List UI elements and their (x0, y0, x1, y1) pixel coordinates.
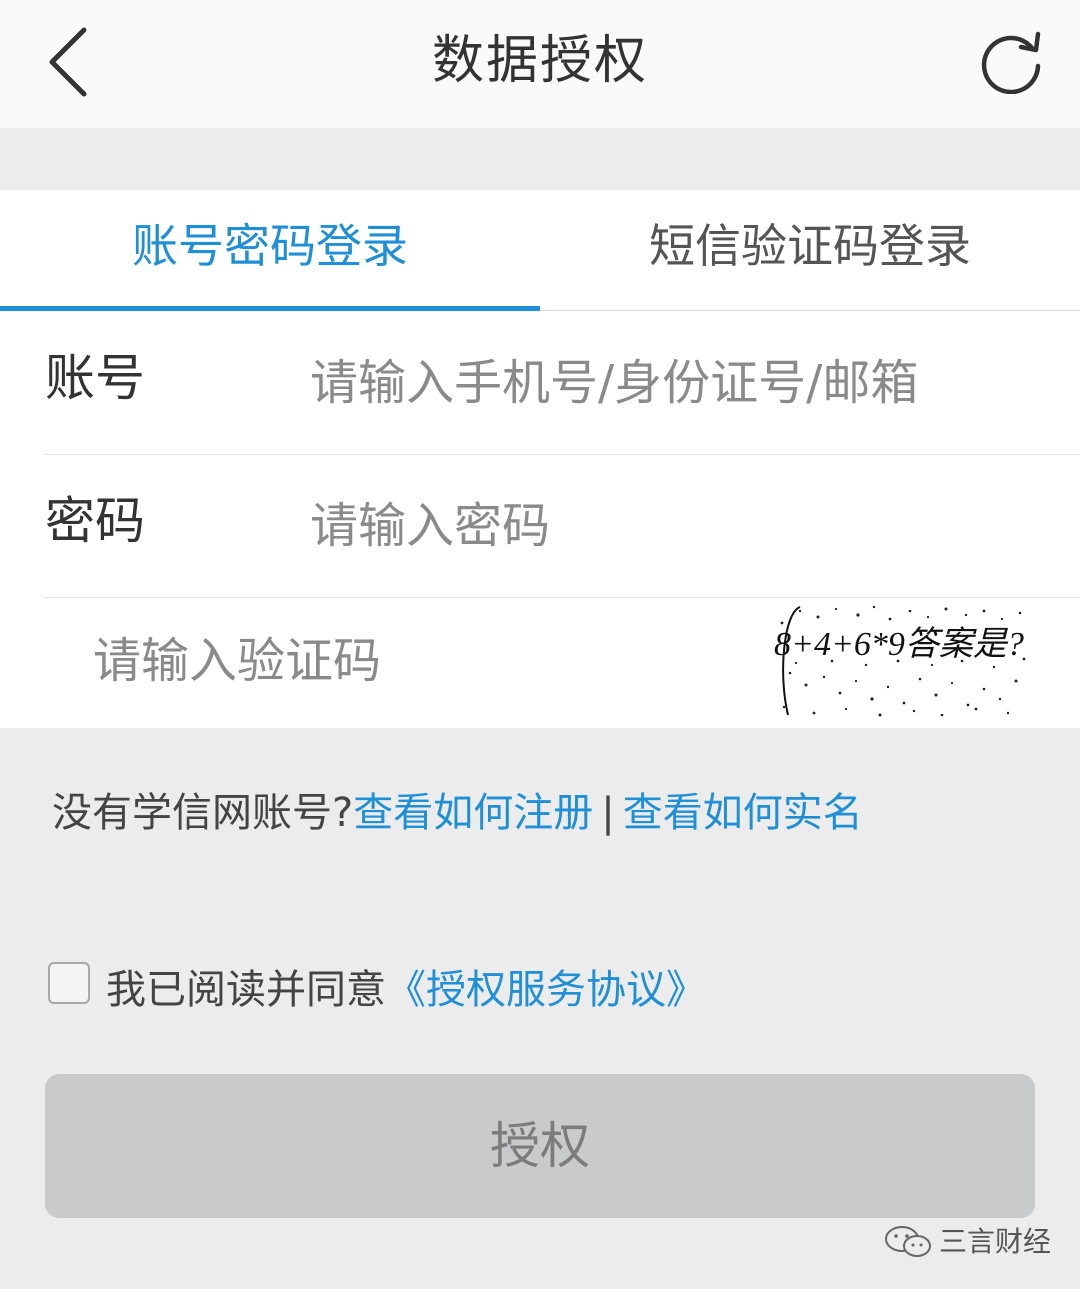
link-separator: | (601, 790, 615, 836)
password-row: 密码 (45, 454, 1080, 598)
login-tabs: 账号密码登录 短信验证码登录 (0, 190, 1080, 311)
service-agreement-link[interactable]: 《授权服务协议》 (386, 967, 706, 1013)
how-to-verify-realname-link[interactable]: 查看如何实名 (623, 790, 863, 836)
page-title: 数据授权 (431, 31, 648, 91)
password-label: 密码 (45, 492, 145, 550)
account-input[interactable] (310, 311, 1050, 454)
account-label: 账号 (45, 349, 145, 407)
help-links: 没有学信网账号?查看如何注册 | 查看如何实名 (52, 780, 863, 838)
watermark-text: 三言财经 (939, 1225, 1052, 1258)
authorize-button[interactable]: 授权 (45, 1074, 1035, 1218)
wechat-icon (885, 1226, 931, 1257)
password-input[interactable] (310, 454, 1050, 597)
agreement-checkbox[interactable] (48, 962, 90, 1004)
header: 数据授权 (0, 0, 1080, 128)
captcha-image[interactable]: 8+4+6*9答案是? (770, 603, 1032, 721)
agreement-prefix: 我已阅读并同意 (106, 967, 386, 1013)
captcha-text: 8+4+6*9答案是? (774, 626, 1024, 663)
agreement-text: 我已阅读并同意《授权服务协议》 (106, 960, 706, 1020)
refresh-icon[interactable] (978, 28, 1046, 94)
tab-password-login[interactable]: 账号密码登录 (0, 190, 540, 306)
captcha-input[interactable] (93, 597, 733, 725)
no-account-text: 没有学信网账号? (52, 790, 354, 836)
account-row: 账号 (45, 311, 1080, 455)
tab-sms-login[interactable]: 短信验证码登录 (540, 190, 1080, 306)
login-form: 账号 密码 8+4+6*9答案是? (0, 311, 1080, 728)
how-to-register-link[interactable]: 查看如何注册 (353, 790, 593, 836)
captcha-row: 8+4+6*9答案是? (0, 597, 1080, 728)
